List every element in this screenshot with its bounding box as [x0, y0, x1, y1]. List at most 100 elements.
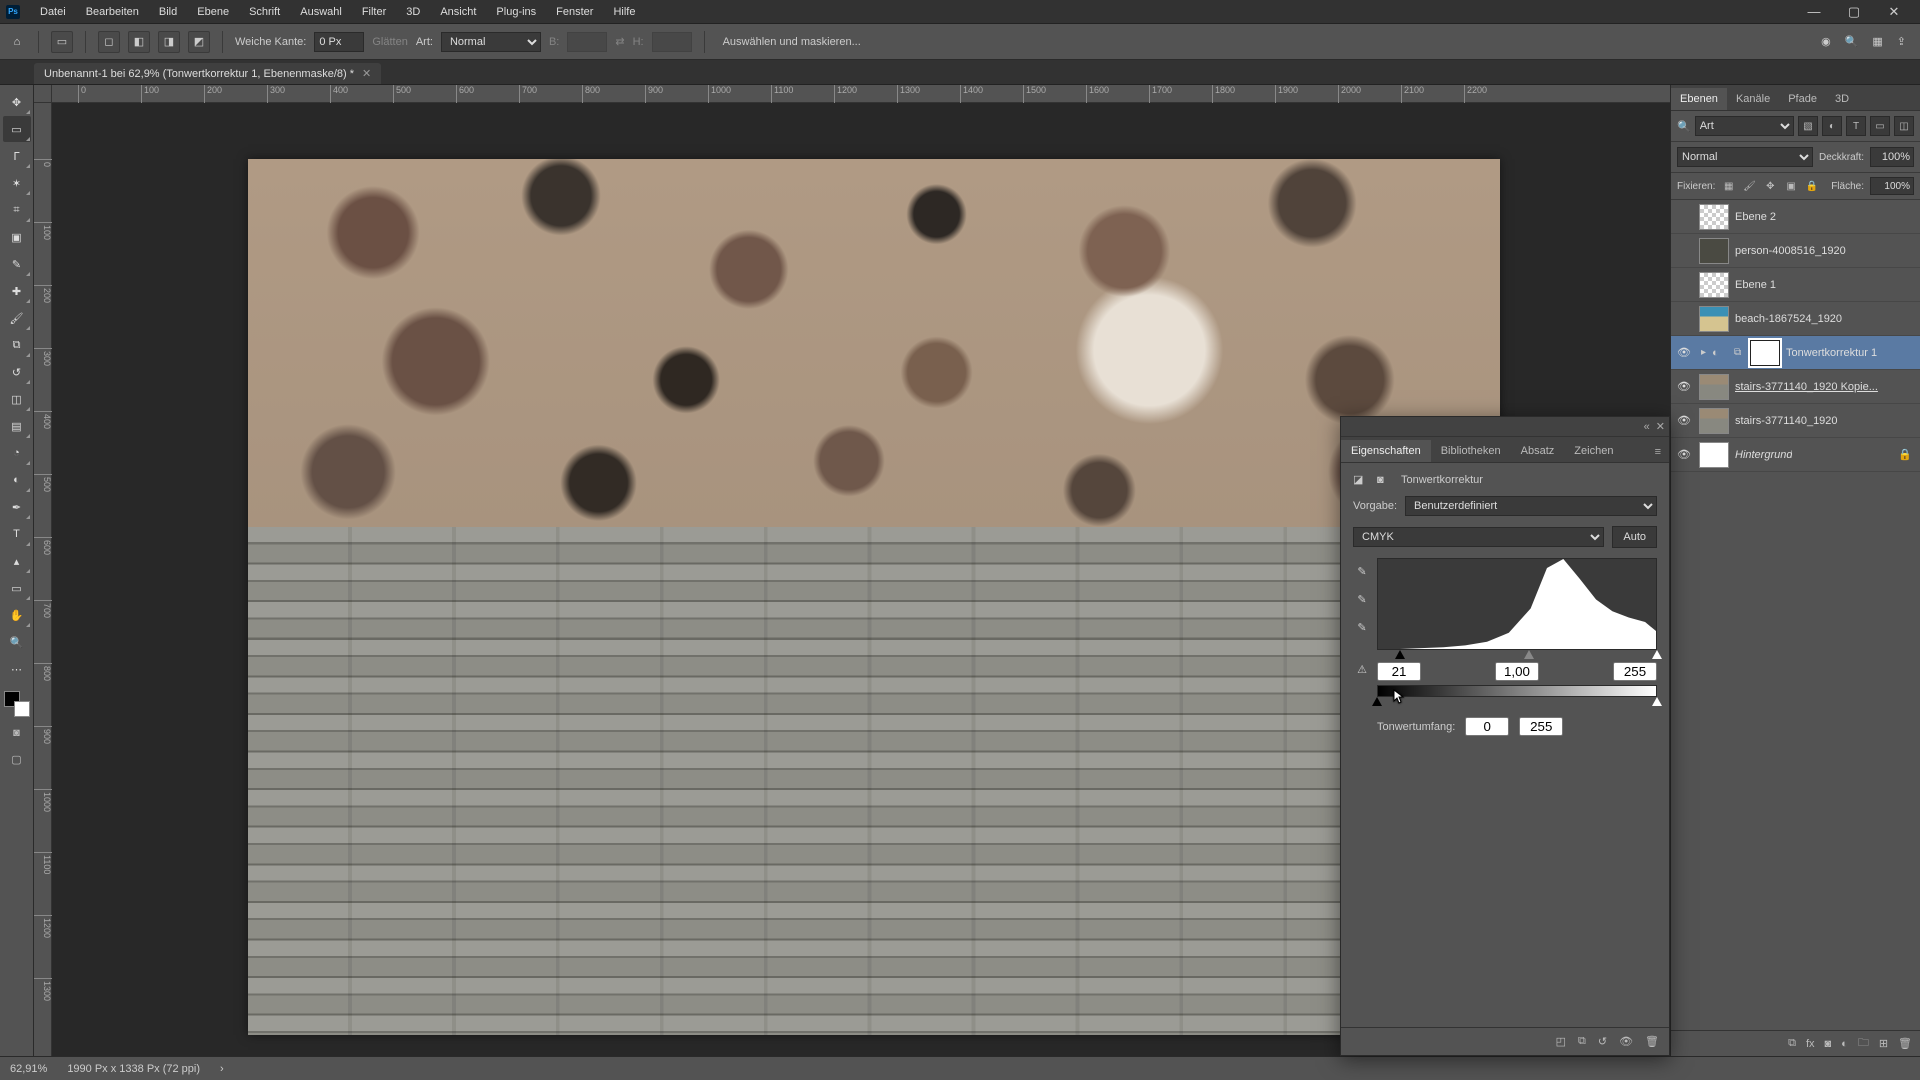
- visibility-toggle-icon[interactable]: 👁: [1675, 414, 1693, 427]
- menu-layer[interactable]: Ebene: [187, 6, 239, 18]
- layer-effects-icon[interactable]: fx: [1806, 1038, 1815, 1050]
- menu-edit[interactable]: Bearbeiten: [76, 6, 149, 18]
- close-icon[interactable]: ✕: [362, 67, 371, 80]
- close-panel-icon[interactable]: ✕: [1656, 420, 1665, 433]
- zoom-tool[interactable]: 🔍: [3, 629, 31, 655]
- layer-row[interactable]: 👁Hintergrund🔒: [1671, 438, 1920, 472]
- window-minimize-button[interactable]: ―: [1794, 4, 1834, 19]
- selection-add-icon[interactable]: ◧: [128, 31, 150, 53]
- feather-input[interactable]: [314, 32, 364, 52]
- rectangle-shape-tool[interactable]: ▭: [3, 575, 31, 601]
- tab-properties[interactable]: Eigenschaften: [1341, 440, 1431, 462]
- clone-stamp-tool[interactable]: ⧉: [3, 332, 31, 358]
- black-input-slider[interactable]: [1395, 650, 1405, 659]
- menu-select[interactable]: Auswahl: [290, 6, 352, 18]
- menu-window[interactable]: Fenster: [546, 6, 603, 18]
- gradient-tool[interactable]: ▤: [3, 413, 31, 439]
- properties-panel[interactable]: « ✕ Eigenschaften Bibliotheken Absatz Ze…: [1340, 416, 1670, 1056]
- layer-row[interactable]: Ebene 1: [1671, 268, 1920, 302]
- gamma-input-field[interactable]: [1495, 662, 1539, 681]
- window-maximize-button[interactable]: ▢: [1834, 4, 1874, 20]
- quick-mask-icon[interactable]: ◙: [7, 723, 27, 743]
- lock-artboard-icon[interactable]: ▣: [1784, 178, 1799, 194]
- blur-tool[interactable]: ◔: [3, 440, 31, 466]
- document-info[interactable]: 1990 Px x 1338 Px (72 ppi): [67, 1063, 200, 1075]
- layer-filter-select[interactable]: Art: [1695, 116, 1794, 136]
- horizontal-ruler[interactable]: 0100200300400500600700800900100011001200…: [52, 85, 1670, 103]
- menu-file[interactable]: Datei: [30, 6, 76, 18]
- layer-thumbnail[interactable]: [1699, 272, 1729, 298]
- new-layer-icon[interactable]: ⊞: [1879, 1037, 1888, 1050]
- auto-button[interactable]: Auto: [1612, 526, 1657, 548]
- add-mask-icon[interactable]: ◙: [1825, 1038, 1832, 1050]
- black-output-slider[interactable]: [1372, 697, 1382, 706]
- menu-type[interactable]: Schrift: [239, 6, 290, 18]
- lock-all-icon[interactable]: 🔒: [1804, 178, 1819, 194]
- filter-pixel-icon[interactable]: ▧: [1798, 116, 1818, 136]
- layer-row[interactable]: 👁 stairs-3771140_1920: [1671, 404, 1920, 438]
- layer-row[interactable]: 👁stairs-3771140_1920 Kopie...: [1671, 370, 1920, 404]
- gray-point-eyedropper-icon[interactable]: ✎: [1353, 590, 1371, 608]
- tab-3d[interactable]: 3D: [1826, 88, 1858, 110]
- histogram[interactable]: [1377, 558, 1657, 650]
- white-output-slider[interactable]: [1652, 697, 1662, 706]
- reset-icon[interactable]: ↺: [1598, 1035, 1607, 1048]
- type-tool[interactable]: T: [3, 521, 31, 547]
- crop-tool[interactable]: ⌗: [3, 197, 31, 223]
- layer-thumbnail[interactable]: [1699, 442, 1729, 468]
- lock-position-icon[interactable]: ✥: [1763, 178, 1778, 194]
- color-swatches[interactable]: [4, 691, 30, 717]
- selection-subtract-icon[interactable]: ◨: [158, 31, 180, 53]
- layer-thumbnail[interactable]: [1699, 204, 1729, 230]
- link-mask-icon[interactable]: ⧉: [1734, 347, 1744, 358]
- layer-row[interactable]: beach-1867524_1920: [1671, 302, 1920, 336]
- layer-name[interactable]: Tonwertkorrektur 1: [1786, 347, 1877, 359]
- layer-name[interactable]: stairs-3771140_1920: [1735, 415, 1838, 427]
- input-slider-track[interactable]: [1377, 650, 1657, 662]
- ruler-origin[interactable]: [34, 85, 52, 103]
- layer-row[interactable]: Ebene 2: [1671, 200, 1920, 234]
- document-tab[interactable]: Unbenannt-1 bei 62,9% (Tonwertkorrektur …: [34, 63, 381, 84]
- clip-to-layer-icon[interactable]: ◰: [1556, 1035, 1566, 1048]
- collapse-panel-icon[interactable]: «: [1644, 421, 1650, 433]
- move-tool[interactable]: ✥: [3, 89, 31, 115]
- healing-brush-tool[interactable]: ✚: [3, 278, 31, 304]
- frame-tool[interactable]: ▣: [3, 224, 31, 250]
- menu-view[interactable]: Ansicht: [430, 6, 486, 18]
- search-icon[interactable]: 🔍: [1845, 35, 1859, 48]
- filter-shape-icon[interactable]: ▭: [1870, 116, 1890, 136]
- link-layers-icon[interactable]: ⧉: [1788, 1037, 1796, 1050]
- white-point-eyedropper-icon[interactable]: ✎: [1353, 618, 1371, 636]
- layer-row[interactable]: 👁▸◐⧉Tonwertkorrektur 1: [1671, 336, 1920, 370]
- hand-tool[interactable]: ✋: [3, 602, 31, 628]
- pen-tool[interactable]: ✒: [3, 494, 31, 520]
- window-close-button[interactable]: ✕: [1874, 4, 1914, 20]
- tab-paragraph[interactable]: Absatz: [1511, 440, 1565, 462]
- blend-mode-select[interactable]: Normal: [1677, 147, 1813, 167]
- output-slider-track[interactable]: [1377, 697, 1657, 709]
- history-brush-tool[interactable]: ↺: [3, 359, 31, 385]
- background-color[interactable]: [14, 701, 30, 717]
- path-selection-tool[interactable]: ▴: [3, 548, 31, 574]
- white-output-field[interactable]: [1519, 717, 1563, 736]
- new-group-icon[interactable]: 🗀: [1858, 1034, 1869, 1053]
- layer-name[interactable]: Ebene 1: [1735, 279, 1776, 291]
- layer-thumbnail[interactable]: [1699, 408, 1729, 434]
- lock-icon[interactable]: 🔒: [1898, 448, 1916, 461]
- screen-mode-icon[interactable]: ▢: [7, 749, 27, 769]
- eyedropper-tool[interactable]: ✎: [3, 251, 31, 277]
- layer-row[interactable]: person-4008516_1920: [1671, 234, 1920, 268]
- rectangular-marquee-tool[interactable]: ▭: [3, 116, 31, 142]
- select-and-mask-button[interactable]: Auswählen und maskieren...: [717, 34, 867, 50]
- fill-input[interactable]: [1870, 177, 1914, 195]
- document-canvas[interactable]: [248, 159, 1500, 1035]
- home-icon[interactable]: ⌂: [8, 33, 26, 51]
- preset-select[interactable]: Benutzerdefiniert: [1405, 496, 1657, 516]
- brush-tool[interactable]: 🖌: [3, 305, 31, 331]
- new-adjustment-icon[interactable]: ◐: [1841, 1038, 1848, 1050]
- visibility-toggle-icon[interactable]: 👁: [1675, 380, 1693, 393]
- tab-channels[interactable]: Kanäle: [1727, 88, 1779, 110]
- white-input-slider[interactable]: [1652, 650, 1662, 659]
- black-point-eyedropper-icon[interactable]: ✎: [1353, 562, 1371, 580]
- white-input-field[interactable]: [1613, 662, 1657, 681]
